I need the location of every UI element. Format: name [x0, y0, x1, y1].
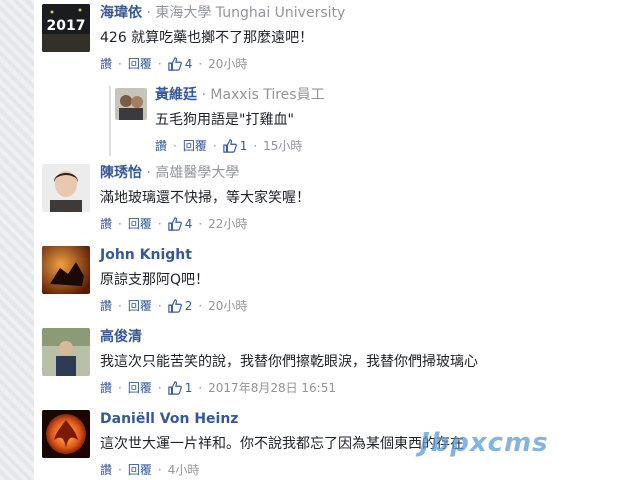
like-link[interactable]: 讚: [100, 56, 112, 72]
like-link[interactable]: 讚: [100, 462, 112, 478]
comment-timestamp[interactable]: 22小時: [208, 216, 247, 232]
reply-thread-line: [109, 86, 111, 156]
author-name[interactable]: 高俊清: [100, 329, 142, 345]
author-name[interactable]: 黃維廷: [155, 87, 197, 103]
action-separator: ·: [253, 139, 258, 153]
avatar-image: [42, 328, 90, 376]
action-separator: ·: [198, 57, 203, 71]
comment-actions: 讚 · 回覆 · 1 · 15小時: [155, 138, 325, 154]
avatar-image: [115, 88, 147, 120]
comment-text: 原諒支那阿Q吧！: [100, 272, 210, 288]
author-employer[interactable]: 東海大學 Tunghai University: [155, 5, 345, 21]
action-separator: ·: [198, 217, 203, 231]
comment-timestamp[interactable]: 2017年8月28日 16:51: [208, 380, 336, 396]
author-employer[interactable]: Maxxis Tires員工: [210, 87, 324, 103]
action-separator: ·: [173, 139, 177, 153]
avatar[interactable]: [42, 246, 90, 294]
comment-actions: 讚 · 回覆 · 1 · 2017年8月28日 16:51: [100, 380, 478, 396]
left-background-strip: [0, 0, 35, 480]
action-separator: ·: [157, 381, 162, 395]
comment-text: 滿地玻璃還不快掃，等大家笑喔！: [100, 190, 310, 206]
comments-panel: 2017 海瑋依 · 東海大學 Tunghai University 426 就…: [34, 0, 617, 480]
avatar-image: [42, 164, 90, 212]
reply-link[interactable]: 回覆: [128, 216, 152, 232]
avatar[interactable]: [42, 164, 90, 212]
action-separator: ·: [118, 217, 122, 231]
avatar[interactable]: [115, 88, 147, 120]
comment-actions: 讚 · 回覆 · 4 · 20小時: [100, 56, 345, 72]
comment-timestamp[interactable]: 4小時: [168, 462, 200, 478]
author-name[interactable]: Daniëll Von Heinz: [100, 411, 238, 427]
action-separator: ·: [198, 299, 203, 313]
comment-timestamp[interactable]: 20小時: [208, 56, 247, 72]
like-count[interactable]: 4: [185, 56, 193, 72]
like-count[interactable]: 4: [185, 216, 193, 232]
action-separator: ·: [118, 381, 122, 395]
comment-timestamp[interactable]: 20小時: [208, 298, 247, 314]
comment-actions: 讚 · 回覆 · 4 · 22小時: [100, 216, 310, 232]
watermark-logo: Jbpxcms: [420, 428, 549, 458]
action-separator: ·: [118, 57, 122, 71]
comment-actions: 讚 · 回覆 · 4小時: [100, 462, 464, 478]
reply-link[interactable]: 回覆: [128, 380, 152, 396]
action-separator: ·: [157, 57, 162, 71]
author-name[interactable]: 陳琇怡: [100, 165, 142, 181]
thumbs-up-icon[interactable]: [167, 57, 182, 71]
reply-link[interactable]: 回覆: [183, 138, 207, 154]
action-separator: ·: [157, 463, 162, 477]
comment-text: 五毛狗用語是"打雞血": [155, 112, 294, 128]
like-count[interactable]: 2: [185, 298, 193, 314]
avatar[interactable]: [42, 328, 90, 376]
action-separator: ·: [118, 299, 122, 313]
action-separator: ·: [212, 139, 217, 153]
like-link[interactable]: 讚: [100, 216, 112, 232]
avatar[interactable]: 2017: [42, 4, 90, 52]
thumbs-up-icon[interactable]: [167, 299, 182, 313]
avatar-year-text: 2017: [47, 18, 86, 34]
action-separator: ·: [157, 299, 162, 313]
like-count[interactable]: 1: [240, 138, 248, 154]
name-separator: ·: [201, 87, 206, 103]
name-separator: ·: [146, 5, 151, 21]
like-count[interactable]: 1: [185, 380, 193, 396]
thumbs-up-icon[interactable]: [222, 139, 237, 153]
thumbs-up-icon[interactable]: [167, 381, 182, 395]
avatar-image: 2017: [42, 4, 90, 52]
author-name[interactable]: John Knight: [100, 247, 192, 263]
action-separator: ·: [118, 463, 122, 477]
reply-link[interactable]: 回覆: [128, 462, 152, 478]
avatar[interactable]: [42, 410, 90, 458]
action-separator: ·: [198, 381, 203, 395]
thumbs-up-icon[interactable]: [167, 217, 182, 231]
author-name[interactable]: 海瑋依: [100, 5, 142, 21]
action-separator: ·: [157, 217, 162, 231]
avatar-image: [42, 410, 90, 458]
author-employer[interactable]: 高雄醫學大學: [155, 165, 239, 181]
like-link[interactable]: 讚: [100, 380, 112, 396]
comment-text: 426 就算吃藥也擲不了那麼遠吧！: [100, 30, 314, 46]
comment-actions: 讚 · 回覆 · 2 · 20小時: [100, 298, 247, 314]
comment-text: 我這次只能苦笑的說，我替你們擦乾眼淚，我替你們掃玻璃心: [100, 354, 478, 370]
like-link[interactable]: 讚: [100, 298, 112, 314]
reply-link[interactable]: 回覆: [128, 56, 152, 72]
like-link[interactable]: 讚: [155, 138, 167, 154]
reply-link[interactable]: 回覆: [128, 298, 152, 314]
avatar-image: [42, 246, 90, 294]
comment-timestamp[interactable]: 15小時: [263, 138, 302, 154]
name-separator: ·: [146, 165, 151, 181]
comment-text: 這次世大運一片祥和。你不說我都忘了因為某個東西的存在: [100, 436, 464, 452]
